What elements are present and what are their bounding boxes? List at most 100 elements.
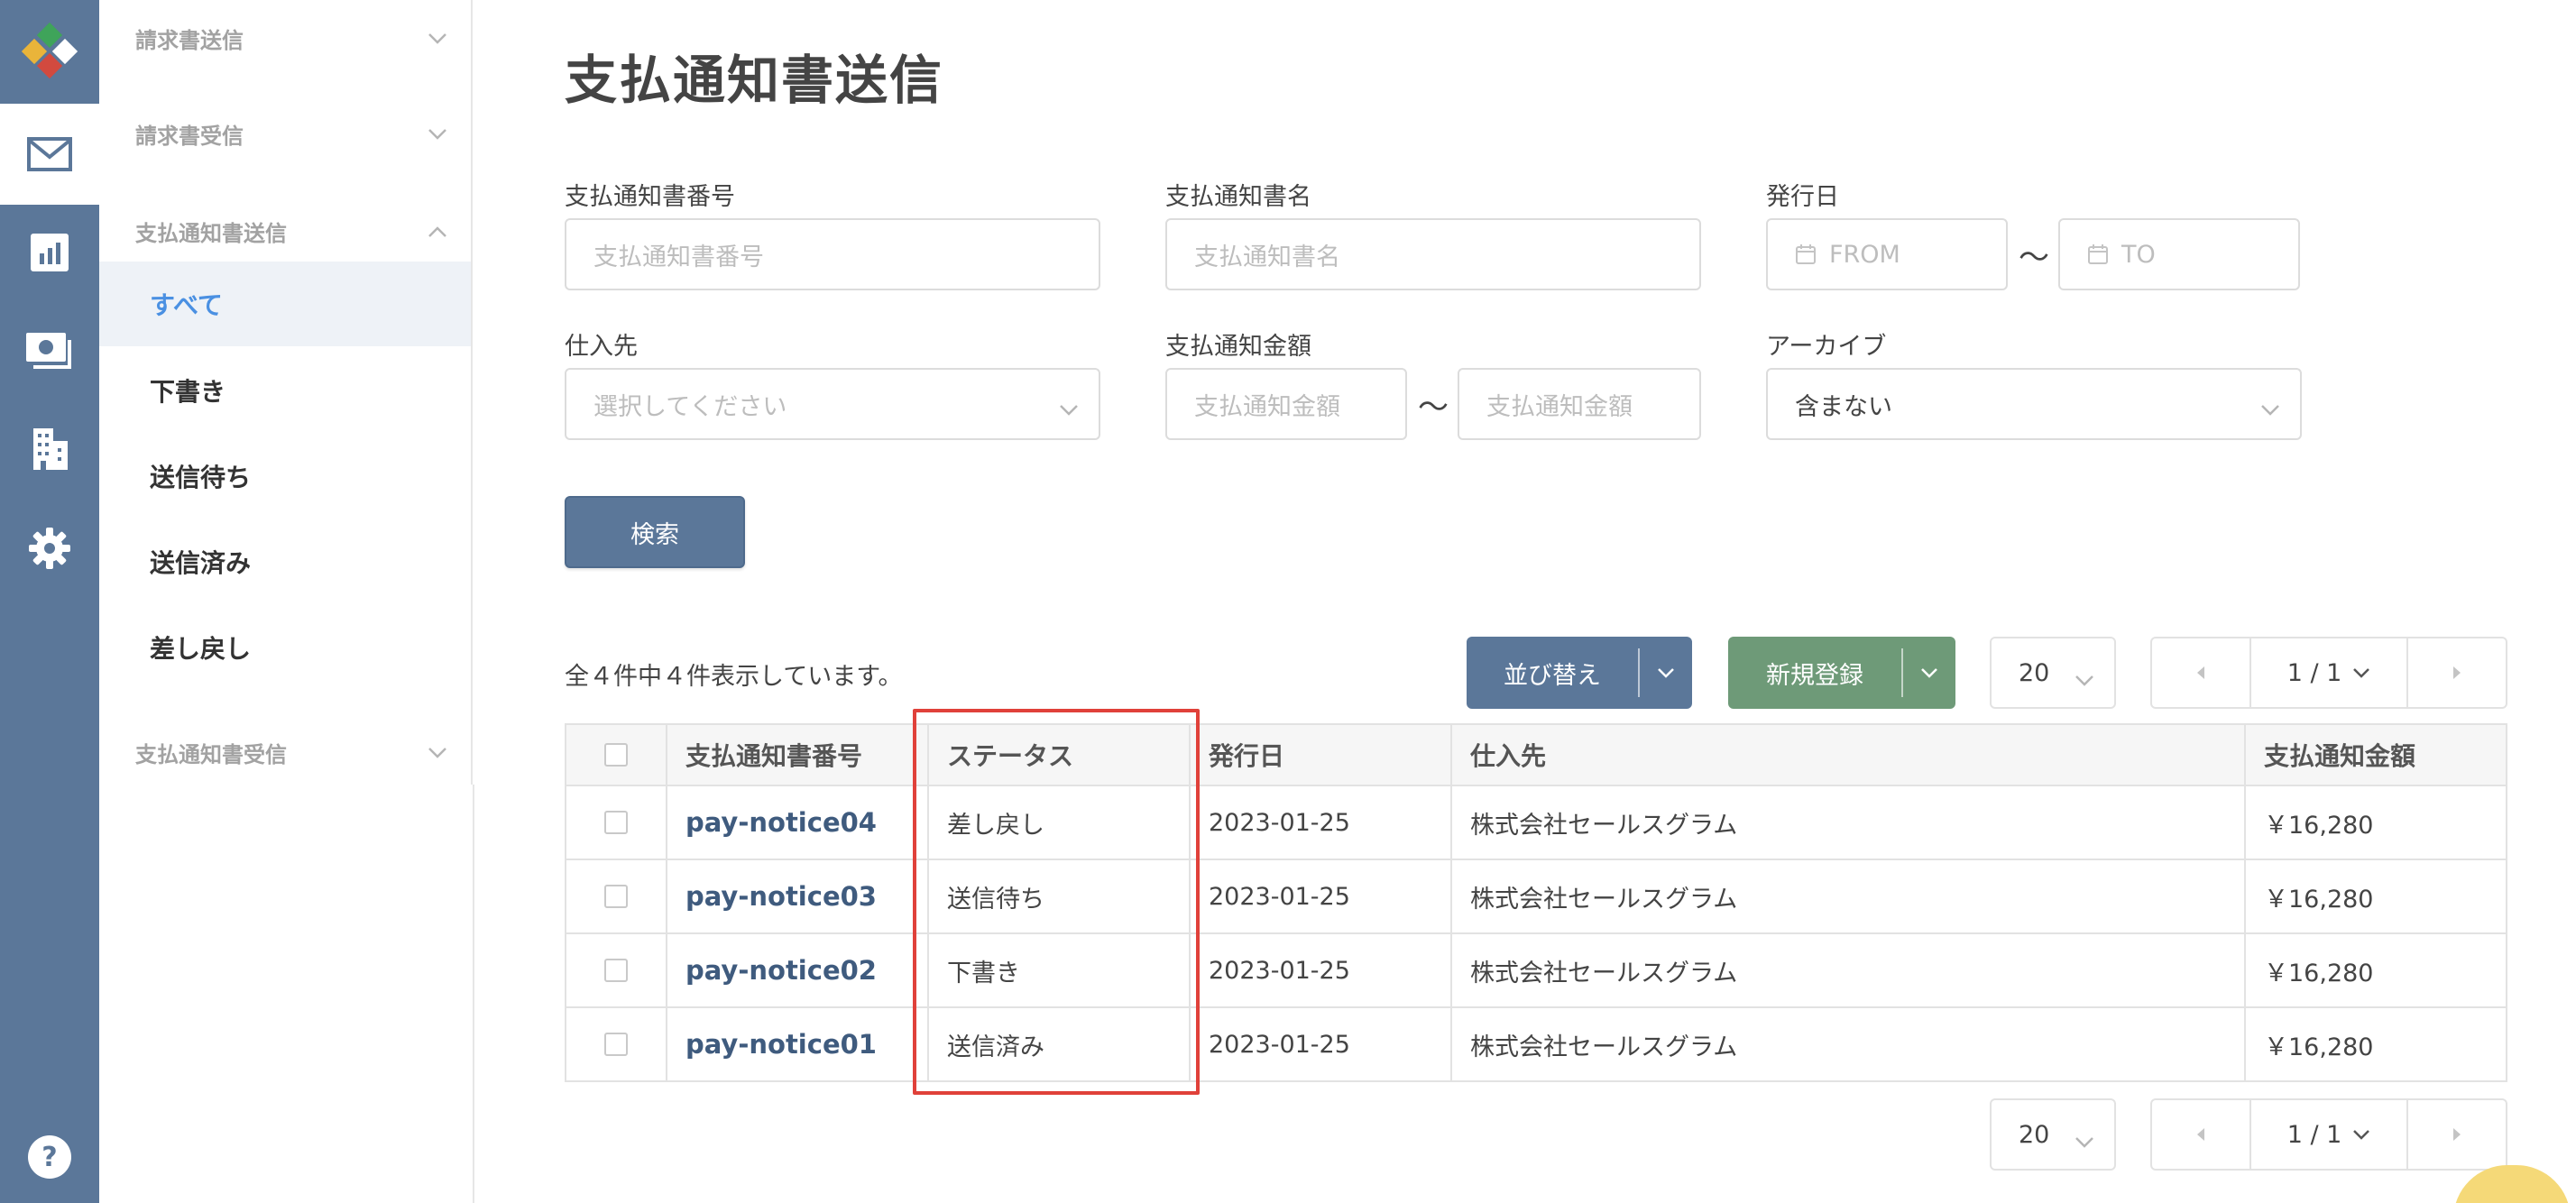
chevron-down-icon	[2075, 666, 2094, 693]
header-status[interactable]: ステータス	[927, 725, 1189, 785]
header-amount[interactable]: 支払通知金額	[2244, 725, 2506, 785]
gear-icon[interactable]	[0, 521, 99, 575]
calendar-icon	[1795, 243, 1817, 265]
amount-min-placeholder: 支払通知金額	[1194, 392, 1340, 421]
header-number[interactable]: 支払通知書番号	[666, 725, 927, 785]
supplier-select[interactable]: 選択してください	[565, 368, 1100, 440]
table-row[interactable]: pay-notice02 下書き 2023-01-25 株式会社セールスグラム …	[566, 932, 2506, 1006]
name-input[interactable]: 支払通知書名	[1165, 218, 1701, 290]
table-row[interactable]: pay-notice03 送信待ち 2023-01-25 株式会社セールスグラム…	[566, 859, 2506, 932]
search-button[interactable]: 検索	[565, 496, 745, 568]
page-indicator: 1 / 1	[2286, 658, 2342, 687]
row-checkbox-cell	[566, 1008, 666, 1080]
chevron-down-icon	[1059, 395, 1079, 423]
header-supplier[interactable]: 仕入先	[1450, 725, 2244, 785]
footer-per-page-select[interactable]: 20	[1990, 1098, 2116, 1171]
new-button[interactable]: 新規登録	[1728, 637, 1955, 709]
help-icon[interactable]: ?	[27, 1134, 72, 1180]
footer-pagination: 1 / 1	[2150, 1098, 2507, 1171]
sort-button[interactable]: 並び替え	[1467, 637, 1692, 709]
menu-item-returned[interactable]: 差し戻し	[99, 605, 471, 690]
menu-divider	[473, 785, 474, 1203]
money-icon[interactable]	[0, 325, 99, 379]
per-page-select[interactable]: 20	[1990, 637, 2116, 709]
status-cell: 送信済み	[927, 1008, 1189, 1080]
amount-cell: ￥16,280	[2244, 786, 2506, 859]
next-page-icon[interactable]	[2408, 638, 2506, 707]
name-label: 支払通知書名	[1165, 183, 1311, 211]
menu-item-label: 下書き	[150, 377, 226, 407]
amount-max-input[interactable]: 支払通知金額	[1458, 368, 1701, 440]
amount-min-input[interactable]: 支払通知金額	[1165, 368, 1407, 440]
date-cell: 2023-01-25	[1189, 1008, 1450, 1080]
supplier-placeholder: 選択してください	[593, 392, 787, 421]
next-page-icon[interactable]	[2408, 1100, 2506, 1169]
menu-item-pending[interactable]: 送信待ち	[99, 434, 471, 519]
menu-item-sent[interactable]: 送信済み	[99, 519, 471, 604]
notice-link[interactable]: pay-notice01	[685, 1029, 877, 1060]
number-input[interactable]: 支払通知書番号	[565, 218, 1100, 290]
new-label[interactable]: 新規登録	[1728, 637, 1901, 709]
chevron-down-icon[interactable]	[1903, 637, 1955, 709]
notice-link[interactable]: pay-notice03	[685, 881, 877, 912]
amount-cell: ￥16,280	[2244, 860, 2506, 932]
amount-label: 支払通知金額	[1165, 333, 1311, 361]
menu-item-all[interactable]: すべて	[99, 262, 471, 346]
page-select[interactable]: 1 / 1	[2249, 638, 2408, 707]
date-to-placeholder: TO	[2121, 240, 2156, 269]
number-label: 支払通知書番号	[565, 183, 735, 211]
select-all-checkbox[interactable]	[604, 743, 628, 767]
menu-group-notice-receive[interactable]: 支払通知書受信	[135, 725, 460, 779]
notice-link[interactable]: pay-notice04	[685, 807, 877, 838]
date-range-separator: 〜	[2019, 240, 2049, 276]
archive-select[interactable]: 含まない	[1766, 368, 2302, 440]
row-checkbox[interactable]	[604, 959, 628, 982]
chat-widget-button[interactable]	[2453, 1165, 2571, 1203]
notice-table: 支払通知書番号 ステータス 発行日 仕入先 支払通知金額 pay-notice0…	[565, 723, 2507, 1082]
row-checkbox[interactable]	[604, 885, 628, 908]
table-header: 支払通知書番号 ステータス 発行日 仕入先 支払通知金額	[566, 725, 2506, 785]
date-from-input[interactable]: FROM	[1766, 218, 2008, 290]
number-cell: pay-notice02	[666, 934, 927, 1006]
menu-group-invoice-receive[interactable]: 請求書受信	[135, 106, 460, 161]
date-cell: 2023-01-25	[1189, 786, 1450, 859]
amount-max-placeholder: 支払通知金額	[1486, 392, 1633, 421]
mail-icon[interactable]	[0, 104, 99, 205]
side-menu: 請求書送信 請求書受信 支払通知書送信 すべて 下書き 送信待ち 送信済み 差し…	[99, 0, 473, 785]
status-cell: 差し戻し	[927, 786, 1189, 859]
header-date[interactable]: 発行日	[1189, 725, 1450, 785]
chevron-down-icon[interactable]	[1640, 637, 1692, 709]
per-page-value: 20	[2019, 658, 2050, 687]
menu-group-label: 支払通知書送信	[135, 220, 287, 246]
date-from-placeholder: FROM	[1829, 240, 1900, 269]
menu-group-invoice-send[interactable]: 請求書送信	[135, 11, 460, 65]
supplier-cell: 株式会社セールスグラム	[1450, 934, 2244, 1006]
prev-page-icon[interactable]	[2152, 638, 2249, 707]
menu-group-notice-send[interactable]: 支払通知書送信	[135, 204, 460, 258]
amount-range-separator: 〜	[1418, 390, 1449, 426]
page-select[interactable]: 1 / 1	[2249, 1100, 2408, 1169]
amount-cell: ￥16,280	[2244, 934, 2506, 1006]
chart-icon[interactable]	[0, 225, 99, 280]
menu-item-label: 送信待ち	[150, 463, 252, 492]
supplier-cell: 株式会社セールスグラム	[1450, 786, 2244, 859]
supplier-cell: 株式会社セールスグラム	[1450, 1008, 2244, 1080]
building-icon[interactable]	[0, 422, 99, 476]
chevron-down-icon	[2075, 1127, 2094, 1155]
prev-page-icon[interactable]	[2152, 1100, 2249, 1169]
row-checkbox[interactable]	[604, 811, 628, 834]
number-cell: pay-notice03	[666, 860, 927, 932]
logo-icon[interactable]	[0, 0, 99, 104]
row-checkbox[interactable]	[604, 1033, 628, 1056]
chevron-down-icon	[2260, 395, 2280, 423]
menu-item-draft[interactable]: 下書き	[99, 348, 471, 433]
sort-label[interactable]: 並び替え	[1467, 637, 1638, 709]
page-indicator: 1 / 1	[2286, 1120, 2342, 1149]
table-row[interactable]: pay-notice01 送信済み 2023-01-25 株式会社セールスグラム…	[566, 1006, 2506, 1080]
notice-link[interactable]: pay-notice02	[685, 955, 877, 986]
status-cell: 送信待ち	[927, 860, 1189, 932]
number-cell: pay-notice01	[666, 1008, 927, 1080]
icon-rail: ?	[0, 0, 99, 1203]
table-row[interactable]: pay-notice04 差し戻し 2023-01-25 株式会社セールスグラム…	[566, 785, 2506, 859]
date-to-input[interactable]: TO	[2058, 218, 2300, 290]
